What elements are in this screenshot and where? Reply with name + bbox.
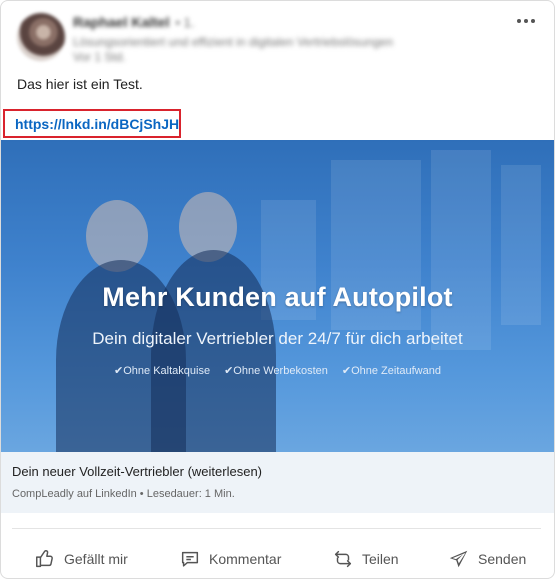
post-image[interactable]: Mehr Kunden auf Autopilot Dein digitaler… bbox=[1, 140, 554, 452]
post-card: Raphael Kaltel • 1. Lösungsorientiert un… bbox=[0, 0, 555, 579]
link-preview[interactable]: Dein neuer Vollzeit-Vertriebler (weiterl… bbox=[1, 452, 554, 513]
author-name[interactable]: Raphael Kaltel bbox=[73, 14, 169, 30]
comment-button[interactable]: Kommentar bbox=[179, 540, 281, 578]
author-avatar[interactable] bbox=[17, 13, 65, 61]
post-timestamp: Vor 1 Std. bbox=[73, 50, 126, 64]
author-line: Raphael Kaltel • 1. bbox=[73, 14, 195, 30]
send-label: Senden bbox=[478, 551, 527, 567]
post-header: Raphael Kaltel • 1. Lösungsorientiert un… bbox=[1, 1, 554, 69]
image-subheadline: Dein digitaler Vertriebler der 24/7 für … bbox=[92, 329, 463, 348]
comment-label: Kommentar bbox=[209, 551, 282, 567]
benefit-item: ✔Ohne Kaltakquise bbox=[114, 365, 211, 377]
benefit-item: ✔Ohne Werbekosten bbox=[224, 365, 328, 377]
post-link[interactable]: https://lnkd.in/dBCjShJH bbox=[15, 116, 179, 132]
thumbs-up-icon bbox=[34, 548, 56, 570]
like-button[interactable]: Gefällt mir bbox=[34, 540, 128, 578]
image-headline: Mehr Kunden auf Autopilot bbox=[102, 282, 453, 312]
author-headline: Lösungsorientiert und effizient in digit… bbox=[73, 35, 393, 49]
paper-plane-icon bbox=[448, 548, 470, 570]
repost-icon bbox=[332, 548, 354, 570]
more-options-icon[interactable] bbox=[512, 13, 540, 29]
post-text: Das hier ist ein Test. bbox=[17, 76, 143, 92]
preview-meta: CompLeadly auf LinkedIn • Lesedauer: 1 M… bbox=[12, 488, 235, 500]
action-bar: Gefällt mir Kommentar Teilen Senden bbox=[1, 540, 554, 578]
like-label: Gefällt mir bbox=[64, 551, 128, 567]
benefit-item: ✔Ohne Zeitaufwand bbox=[341, 365, 441, 377]
preview-title[interactable]: Dein neuer Vollzeit-Vertriebler (weiterl… bbox=[12, 464, 262, 479]
comment-bubble-icon bbox=[179, 548, 201, 570]
connection-degree: • 1. bbox=[175, 14, 195, 30]
action-divider bbox=[12, 528, 541, 529]
send-button[interactable]: Senden bbox=[448, 540, 526, 578]
image-benefits: ✔Ohne Kaltakquise ✔Ohne Werbekosten ✔Ohn… bbox=[1, 364, 554, 377]
share-label: Teilen bbox=[362, 551, 399, 567]
share-button[interactable]: Teilen bbox=[332, 540, 399, 578]
